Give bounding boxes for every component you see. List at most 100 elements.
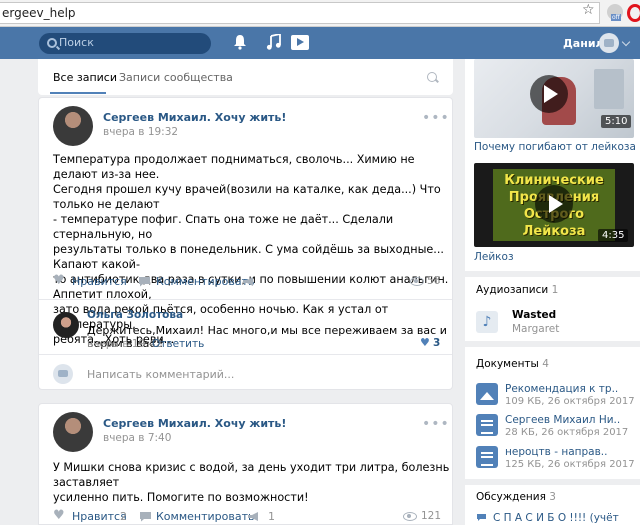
post-text-line: - температуре пофиг. Спать она тоже не д… bbox=[53, 213, 394, 241]
video-thumbnail[interactable]: 5:10 bbox=[474, 59, 634, 138]
tab-all-posts[interactable]: Все записи bbox=[53, 71, 117, 84]
documents-heading[interactable]: Документы 4 bbox=[476, 358, 549, 370]
opera-icon[interactable] bbox=[627, 4, 640, 22]
comment-icon[interactable] bbox=[138, 276, 151, 287]
url-text[interactable]: ergeev_help bbox=[2, 6, 76, 20]
post-text-line: усиленно пить. Помогите по возможности! bbox=[53, 491, 309, 504]
post-actions: ♥ Нравится 2 Комментировать 1 121 bbox=[39, 504, 452, 524]
comment-like-count: 3 bbox=[433, 337, 441, 349]
video-icon[interactable] bbox=[291, 35, 309, 50]
divider bbox=[39, 354, 452, 355]
divider bbox=[39, 299, 452, 300]
more-icon[interactable]: ••• bbox=[422, 110, 450, 126]
user-name[interactable]: Данил bbox=[563, 37, 604, 50]
comment-input[interactable]: Написать комментарий... bbox=[87, 368, 234, 381]
eye-icon bbox=[403, 512, 417, 521]
thumbnail-background bbox=[594, 69, 624, 109]
right-sidebar: 5:10 Почему погибают от лейкоза Клиничес… bbox=[465, 59, 640, 525]
reply-button[interactable]: Ответить bbox=[152, 338, 204, 350]
audio-block: Аудиозаписи 1 ♪ Wasted Margaret bbox=[465, 277, 640, 341]
avatar[interactable] bbox=[53, 412, 93, 452]
video-caption[interactable]: Почему погибают от лейкоза bbox=[474, 141, 636, 153]
discussions-heading-label: Обсуждения bbox=[476, 491, 546, 503]
audio-count: 1 bbox=[551, 284, 559, 296]
extension-badge: off bbox=[611, 14, 621, 21]
share-icon[interactable] bbox=[247, 511, 260, 522]
discussions-block: Обсуждения 3 С П А С И Б О !!!! (учёт bbox=[465, 485, 640, 525]
discussion-title[interactable]: С П А С И Б О !!!! (учёт bbox=[493, 512, 619, 524]
music-icon[interactable] bbox=[266, 34, 282, 50]
document-meta: 109 КБ, 26 октября 2017 bbox=[505, 396, 635, 407]
video-duration: 4:35 bbox=[598, 229, 629, 242]
text-doc-icon[interactable] bbox=[476, 414, 498, 436]
share-icon[interactable] bbox=[242, 276, 255, 287]
avatar[interactable] bbox=[53, 312, 79, 338]
video-caption[interactable]: Лейкоз bbox=[474, 251, 514, 263]
post-author[interactable]: Сергеев Михаил. Хочу жить! bbox=[103, 417, 286, 430]
audio-heading[interactable]: Аудиозаписи 1 bbox=[476, 284, 558, 296]
active-tab-underline bbox=[50, 92, 106, 94]
view-count: 121 bbox=[421, 510, 442, 522]
post-text-line: результаты только в понедельник. С ума с… bbox=[53, 243, 444, 271]
play-icon[interactable] bbox=[535, 185, 573, 223]
video-duration: 5:10 bbox=[601, 115, 632, 128]
text-doc-icon[interactable] bbox=[476, 446, 498, 468]
more-icon[interactable]: ••• bbox=[422, 416, 450, 432]
thumbnail-title-line: Лейкоза bbox=[522, 224, 586, 239]
search-input[interactable]: Поиск bbox=[39, 33, 211, 54]
discussions-heading[interactable]: Обсуждения 3 bbox=[476, 491, 556, 503]
site-header: Поиск Данил bbox=[0, 27, 640, 59]
bell-icon[interactable] bbox=[233, 34, 247, 50]
like-count: 2 bbox=[120, 510, 127, 523]
browser-toolbar: ergeev_help ☆ off bbox=[0, 0, 640, 27]
document-name[interactable]: нероцтв - направ.. bbox=[505, 446, 607, 458]
post-text: У Мишки снова кризис с водой, за день ух… bbox=[53, 460, 452, 505]
view-count: 56 bbox=[427, 275, 441, 287]
search-icon[interactable] bbox=[427, 72, 437, 82]
bookmark-star-icon[interactable]: ☆ bbox=[582, 2, 595, 18]
post-date[interactable]: вчера в 7:40 bbox=[103, 432, 171, 444]
chevron-down-icon[interactable] bbox=[621, 37, 631, 47]
document-meta: 125 КБ, 26 октября 2017 bbox=[505, 459, 635, 470]
post-text-line: Температура продолжает подниматься, свол… bbox=[53, 153, 415, 181]
comment-button[interactable]: Комментировать bbox=[156, 275, 254, 288]
video-thumbnail[interactable]: Клинические Проявления Острого Лейкоза 4… bbox=[474, 163, 634, 247]
comment-icon[interactable] bbox=[139, 511, 152, 522]
audio-title[interactable]: Wasted bbox=[512, 309, 556, 321]
post-actions: ♥ Нравится Комментировать 56 bbox=[39, 269, 452, 295]
document-meta: 28 КБ, 26 октября 2017 bbox=[505, 427, 629, 438]
avatar bbox=[53, 364, 73, 384]
image-doc-icon[interactable] bbox=[476, 383, 498, 405]
like-button[interactable]: Нравится bbox=[72, 510, 127, 523]
post-card: Сергеев Михаил. Хочу жить! вчера в 19:32… bbox=[38, 97, 453, 390]
documents-heading-label: Документы bbox=[476, 358, 539, 370]
search-icon bbox=[47, 38, 57, 48]
comment-author[interactable]: Ольга Золотова bbox=[87, 309, 183, 321]
heart-icon[interactable]: ♥ bbox=[53, 273, 65, 288]
documents-block: Документы 4 Рекомендация к тр.. 109 КБ, … bbox=[465, 347, 640, 479]
comment-button[interactable]: Комментировать bbox=[156, 510, 254, 523]
eye-icon bbox=[410, 277, 424, 286]
avatar[interactable] bbox=[53, 106, 93, 146]
audio-artist[interactable]: Margaret bbox=[512, 323, 559, 335]
like-button[interactable]: Нравится bbox=[72, 275, 127, 288]
post-date[interactable]: вчера в 19:32 bbox=[103, 126, 178, 138]
comment-date[interactable]: вчера в 19:42 bbox=[87, 338, 162, 350]
music-note-icon[interactable]: ♪ bbox=[476, 311, 498, 333]
topic-icon bbox=[477, 514, 486, 521]
user-avatar[interactable] bbox=[599, 33, 619, 53]
document-name[interactable]: Рекомендация к тр.. bbox=[505, 383, 618, 395]
heart-icon[interactable]: ♥ bbox=[420, 336, 430, 349]
post-author[interactable]: Сергеев Михаил. Хочу жить! bbox=[103, 111, 286, 124]
post-card: Сергеев Михаил. Хочу жить! вчера в 7:40 … bbox=[38, 403, 453, 525]
share-count: 1 bbox=[268, 510, 275, 523]
tab-community-posts[interactable]: Записи сообщества bbox=[119, 71, 233, 84]
post-text-line: Сегодня прошел кучу врачей(возили на кат… bbox=[53, 183, 441, 211]
audio-heading-label: Аудиозаписи bbox=[476, 284, 549, 296]
heart-icon[interactable]: ♥ bbox=[53, 508, 65, 523]
document-name[interactable]: Сергеев Михаил Ни.. bbox=[505, 414, 620, 426]
play-icon[interactable] bbox=[530, 75, 568, 113]
feed-filter-bar: Все записи Записи сообщества bbox=[38, 59, 453, 95]
documents-count: 4 bbox=[542, 358, 549, 370]
address-field[interactable]: ergeev_help bbox=[0, 2, 600, 24]
